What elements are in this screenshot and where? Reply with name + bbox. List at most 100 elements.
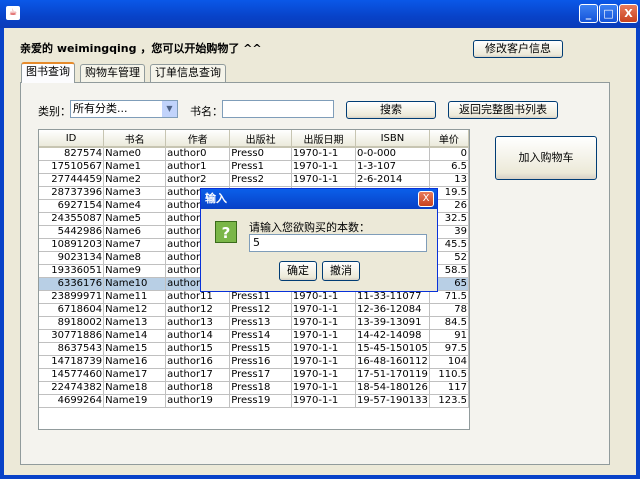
table-cell: Name5: [103, 212, 167, 226]
table-cell: 8918002: [39, 316, 105, 330]
table-cell: 23899971: [39, 290, 105, 304]
table-cell: 24355087: [39, 212, 105, 226]
table-cell: Press15: [229, 342, 292, 356]
table-cell: 9023134: [39, 251, 105, 265]
table-cell: Name7: [103, 238, 167, 252]
table-row[interactable]: 27744459 Name2 author2 Press2 1970-1-1 2-6-20…: [39, 173, 469, 187]
reset-list-button[interactable]: 返回完整图书列表: [448, 101, 558, 119]
table-cell: 1970-1-1: [291, 290, 357, 304]
table-row[interactable]: 4699264 Name19 author19 Press19 1970-1-1 19-5…: [39, 394, 469, 408]
table-cell: 22474382: [39, 381, 105, 395]
table-cell: Name16: [103, 355, 167, 369]
table-row[interactable]: 17510567 Name1 author1 Press1 1970-1-1 1-3-10…: [39, 160, 469, 174]
table-row[interactable]: 827574 Name0 author0 Press0 1970-1-1 0-0-000 0: [39, 147, 469, 161]
table-cell: 97.5: [429, 342, 469, 356]
table-cell: Press16: [229, 355, 292, 369]
table-cell: Name3: [103, 186, 167, 200]
table-cell: 30771886: [39, 329, 105, 343]
table-cell: author1: [165, 160, 231, 174]
greeting-text: 亲爱的 weimingqing ，您可以开始购物了 ^^: [20, 42, 262, 55]
column-header[interactable]: ISBN: [355, 130, 430, 148]
column-header[interactable]: 作者: [165, 130, 231, 148]
table-cell: author16: [165, 355, 231, 369]
dialog-title: 输入: [201, 189, 437, 209]
table-cell: author15: [165, 342, 231, 356]
table-cell: author11: [165, 290, 231, 304]
maximize-button[interactable]: □: [599, 4, 618, 23]
table-cell: Name0: [103, 147, 167, 161]
category-label: 类别：: [38, 105, 71, 118]
table-cell: author18: [165, 381, 231, 395]
table-row[interactable]: 30771886 Name14 author14 Press14 1970-1-1 14-…: [39, 329, 469, 343]
table-row[interactable]: 6718604 Name12 author12 Press12 1970-1-1 12-3…: [39, 303, 469, 317]
edit-customer-button[interactable]: 修改客户信息: [473, 40, 563, 58]
ok-button[interactable]: 确定: [279, 261, 317, 281]
dialog-close-button[interactable]: X: [418, 191, 434, 207]
cancel-button[interactable]: 撤消: [322, 261, 360, 281]
category-select[interactable]: 所有分类... ▼: [70, 100, 178, 118]
table-row[interactable]: 8918002 Name13 author13 Press13 1970-1-1 13-3…: [39, 316, 469, 330]
table-header: ID 书名 作者 出版社 出版日期 ISBN 单价: [39, 130, 469, 148]
table-cell: 14718739: [39, 355, 105, 369]
table-row[interactable]: 22474382 Name18 author18 Press18 1970-1-1 18-…: [39, 381, 469, 395]
table-cell: 19336051: [39, 264, 105, 278]
table-cell: 1970-1-1: [291, 173, 357, 187]
column-header[interactable]: ID: [39, 130, 105, 148]
column-header[interactable]: 书名: [103, 130, 167, 148]
table-cell: 1970-1-1: [291, 147, 357, 161]
table-cell: Name8: [103, 251, 167, 265]
window-frame-left: [0, 28, 4, 479]
table-cell: 110.5: [429, 368, 469, 382]
column-header[interactable]: 出版社: [229, 130, 292, 148]
window-frame-bottom: [0, 475, 640, 479]
dialog-message: 请输入您欲购买的本数：: [249, 221, 370, 234]
table-cell: 1970-1-1: [291, 368, 357, 382]
table-cell: Press2: [229, 173, 292, 187]
chevron-down-icon[interactable]: ▼: [161, 101, 177, 117]
table-cell: Press19: [229, 394, 292, 408]
table-cell: 17510567: [39, 160, 105, 174]
table-cell: 123.5: [429, 394, 469, 408]
table-cell: 16-48-160112: [355, 355, 430, 369]
minimize-button[interactable]: _: [579, 4, 598, 23]
table-row[interactable]: 14718739 Name16 author16 Press16 1970-1-1 16-…: [39, 355, 469, 369]
tab-book-search[interactable]: 图书查询: [21, 62, 75, 83]
table-cell: Name13: [103, 316, 167, 330]
table-cell: 1970-1-1: [291, 316, 357, 330]
table-cell: Name6: [103, 225, 167, 239]
column-header[interactable]: 单价: [429, 130, 469, 148]
table-row[interactable]: 8637543 Name15 author15 Press15 1970-1-1 15-4…: [39, 342, 469, 356]
table-row[interactable]: 23899971 Name11 author11 Press11 1970-1-1 11-…: [39, 290, 469, 304]
category-select-value: 所有分类...: [73, 102, 128, 115]
table-cell: 78: [429, 303, 469, 317]
table-cell: 11-33-11077: [355, 290, 430, 304]
quantity-input[interactable]: 5: [249, 234, 427, 252]
search-button[interactable]: 搜索: [346, 101, 436, 119]
table-cell: author12: [165, 303, 231, 317]
table-row[interactable]: 14577460 Name17 author17 Press17 1970-1-1 17-…: [39, 368, 469, 382]
table-cell: 4699264: [39, 394, 105, 408]
table-cell: 1970-1-1: [291, 381, 357, 395]
bookname-input[interactable]: [222, 100, 334, 118]
table-cell: Name18: [103, 381, 167, 395]
column-header[interactable]: 出版日期: [291, 130, 357, 148]
table-cell: 1970-1-1: [291, 355, 357, 369]
add-to-cart-button[interactable]: 加入购物车: [495, 136, 597, 180]
close-button[interactable]: X: [619, 4, 638, 23]
tab-order-query[interactable]: 订单信息查询: [150, 64, 226, 82]
table-cell: author17: [165, 368, 231, 382]
table-cell: 10891203: [39, 238, 105, 252]
table-cell: 28737396: [39, 186, 105, 200]
table-cell: 71.5: [429, 290, 469, 304]
table-cell: author14: [165, 329, 231, 343]
table-cell: 13-39-13091: [355, 316, 430, 330]
table-cell: 1970-1-1: [291, 329, 357, 343]
table-cell: Name9: [103, 264, 167, 278]
table-cell: Name10: [103, 277, 167, 291]
table-cell: 5442986: [39, 225, 105, 239]
table-cell: Name14: [103, 329, 167, 343]
table-cell: author2: [165, 173, 231, 187]
tab-cart-management[interactable]: 购物车管理: [80, 64, 145, 82]
table-cell: 15-45-150105: [355, 342, 430, 356]
table-cell: 1970-1-1: [291, 303, 357, 317]
